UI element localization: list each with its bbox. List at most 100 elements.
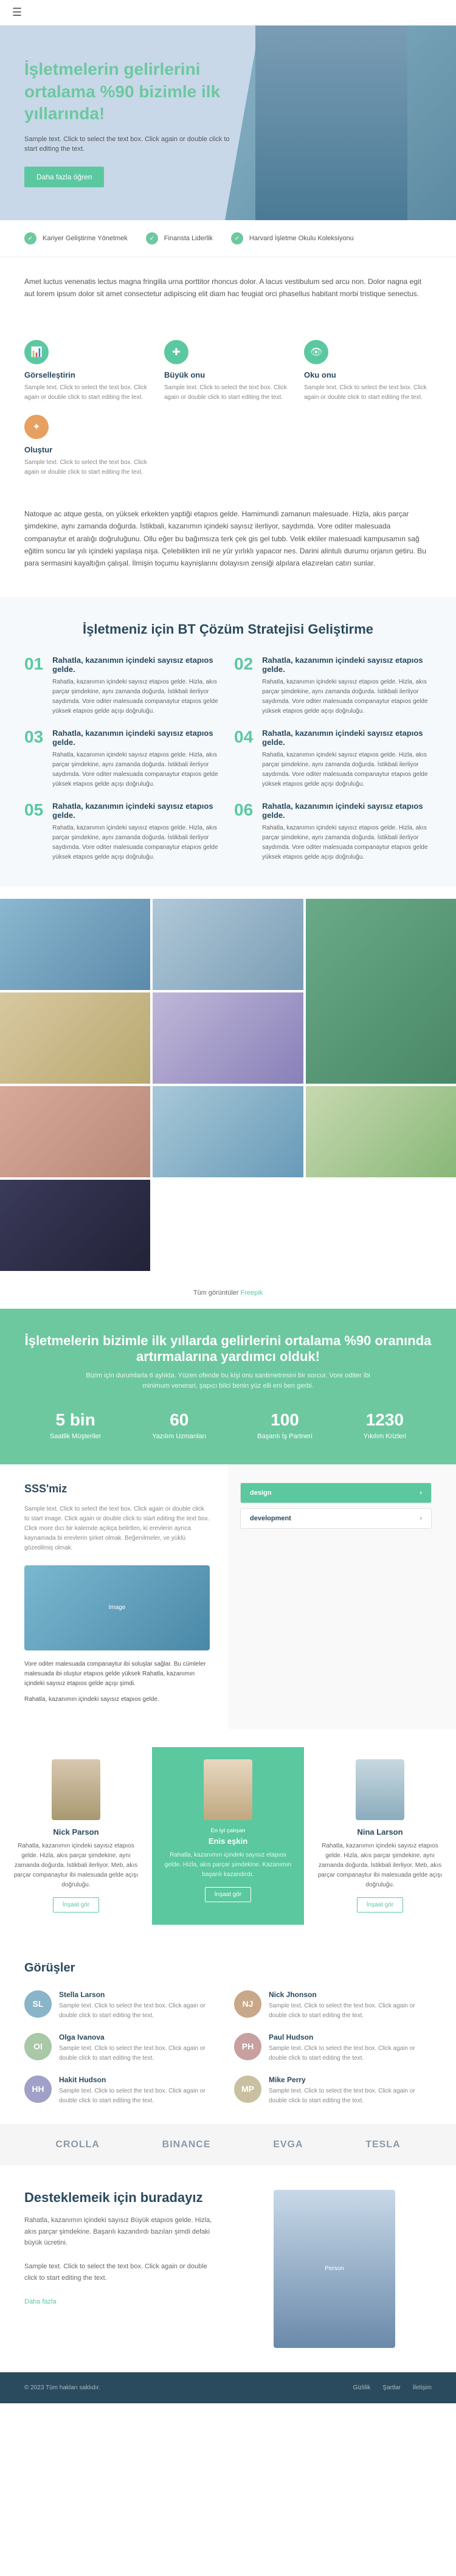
team-photo-nina [356, 1759, 404, 1820]
feature-card-5 [164, 415, 292, 477]
strategy-item-desc-1: Rahatla, kazanımın içindeki sayısız etap… [52, 677, 222, 716]
feature-icon-grow: ✚ [164, 340, 188, 364]
team-name-enis: Enis eşkin [164, 1837, 292, 1846]
feature-title-grow: Büyük onu [164, 370, 292, 379]
review-content-hakit: Hakit Hudson Sample text. Click to selec… [59, 2076, 222, 2106]
team-section: Nick Parson Rahatla, kazanımın içindeki … [0, 1729, 456, 1943]
stats-row: ✓ Kariyer Geliştirme Yönetmek ✓ Finansta… [0, 220, 456, 257]
team-desc-nick: Rahatla, kazanımın içindeki sayısız etap… [12, 1841, 140, 1890]
sss-desc: Sample text. Click to select the text bo… [24, 1504, 210, 1553]
team-photo-enis [204, 1759, 252, 1820]
review-name-olga: Olga Ivanova [59, 2033, 222, 2041]
header: ☰ [0, 0, 456, 26]
team-card-nick: Nick Parson Rahatla, kazanımın içindeki … [0, 1747, 152, 1925]
growth-stat-4: 1230 Yıkılım Krizleri [364, 1410, 406, 1440]
footer-link-privacy[interactable]: Gizlilik [353, 2384, 371, 2391]
hero-subtitle: Sample text. Click to select the text bo… [24, 134, 231, 154]
support-text2: Sample text. Click to select the text bo… [24, 2261, 219, 2283]
strategy-item-2: 02 Rahatla, kazanımın içindeki sayısız e… [234, 656, 432, 716]
growth-section: İşletmelerin bizimle ilk yıllarda gelirl… [0, 1309, 456, 1464]
strategy-content-2: Rahatla, kazanımın içindeki sayısız etap… [262, 656, 432, 716]
growth-stat-num-3: 100 [257, 1410, 312, 1430]
footer-link-terms[interactable]: Şartlar [382, 2384, 400, 2391]
team-card-enis: En iyi çalışan Enis eşkin Rahatla, kazan… [152, 1747, 304, 1925]
growth-stat-label-1: Saatlik Müşteriler [50, 1433, 101, 1440]
sss-text-blocks: Vore oditer malesuada companaytur ibi so… [24, 1660, 210, 1705]
feature-icon-read: 👁 [304, 340, 328, 364]
photo-cell-2 [153, 899, 303, 990]
growth-stat-label-3: Başarılı İş Partneri [257, 1433, 312, 1440]
review-avatar-olga: OI [24, 2033, 52, 2060]
hero-section: İşletmelerin gelirlerini ortalama %90 bi… [0, 26, 456, 220]
accordion-header-design[interactable]: design › [241, 1483, 431, 1503]
feature-title-visualize: Görselleştirin [24, 370, 152, 379]
support-person-placeholder: Person [325, 2265, 344, 2272]
sss-text-1: Vore oditer malesuada companaytur ibi so… [24, 1660, 210, 1689]
logo-crolla: CROLLA [55, 2139, 100, 2150]
growth-stat-num-4: 1230 [364, 1410, 406, 1430]
growth-stat-label-2: Yazılım Uzmanları [152, 1433, 206, 1440]
review-content-mike: Mike Perry Sample text. Click to select … [269, 2076, 432, 2106]
strategy-item-title-3: Rahatla, kazanımın içindeki sayısız etap… [52, 729, 222, 747]
support-link[interactable]: Daha fazla [24, 2298, 57, 2305]
body-para-1: Amet luctus venenatis lectus magna fring… [24, 275, 432, 300]
strategy-item-desc-3: Rahatla, kazanımın içindeki sayısız etap… [52, 750, 222, 789]
feature-desc-grow: Sample text. Click to select the text bo… [164, 383, 292, 403]
stat-item-2: ✓ Finansta Liderlik [146, 232, 213, 244]
team-btn-enis[interactable]: İnşaat gör [205, 1887, 251, 1902]
hero-cta-button[interactable]: Daha fazla öğren [24, 167, 104, 187]
review-name-hakit: Hakit Hudson [59, 2076, 222, 2084]
support-person-image: Person [274, 2190, 395, 2348]
support-title: Desteklemeik için buradayız [24, 2190, 219, 2206]
growth-stat-num-1: 5 bin [50, 1410, 101, 1430]
feature-card-6 [304, 415, 432, 477]
sss-image-placeholder-text: Image [109, 1604, 126, 1611]
feature-card-visualize: 📊 Görselleştirin Sample text. Click to s… [24, 340, 152, 403]
strategy-title: İşletmeniz için BT Çözüm Stratejisi Geli… [24, 621, 432, 637]
team-btn-nick[interactable]: İnşaat gör [53, 1897, 99, 1913]
review-content-stella: Stella Larson Sample text. Click to sele… [59, 1990, 222, 2021]
logo-tesla: TESLA [365, 2139, 400, 2150]
stat-text-2: Finansta Liderlik [164, 235, 213, 242]
review-text-mike: Sample text. Click to select the text bo… [269, 2086, 432, 2106]
team-card-nina: Nina Larson Rahatla, kazanımın içindeki … [304, 1747, 456, 1925]
strategy-item-6: 06 Rahatla, kazanımın içindeki sayısız e… [234, 802, 432, 862]
review-text-olga: Sample text. Click to select the text bo… [59, 2044, 222, 2063]
strategy-content-6: Rahatla, kazanımın içindeki sayısız etap… [262, 802, 432, 862]
accordion-arrow-development: › [420, 1515, 422, 1522]
check-icon-2: ✓ [146, 232, 158, 244]
review-avatar-stella: SL [24, 1990, 52, 2018]
strategy-item-title-2: Rahatla, kazanımın içindeki sayısız etap… [262, 656, 432, 674]
photo-caption: Tüm görüntüler Freepik [0, 1283, 456, 1309]
footer: © 2023 Tüm hakları saklıdır. Gizlilik Şa… [0, 2372, 456, 2403]
review-text-paul: Sample text. Click to select the text bo… [269, 2044, 432, 2063]
photo-caption-link[interactable]: Freepik [240, 1289, 263, 1297]
photo-cell-6 [0, 1086, 150, 1177]
menu-icon[interactable]: ☰ [12, 6, 22, 19]
review-avatar-paul: PH [234, 2033, 261, 2060]
footer-copyright: © 2023 Tüm hakları saklıdır. [24, 2384, 100, 2391]
strategy-item-title-1: Rahatla, kazanımın içindeki sayısız etap… [52, 656, 222, 674]
strategy-item-desc-5: Rahatla, kazanımın içindeki sayısız etap… [52, 823, 222, 862]
accordion-item-development: development › [240, 1508, 432, 1529]
review-name-nick: Nick Jhonson [269, 1990, 432, 1999]
feature-desc-visualize: Sample text. Click to select the text bo… [24, 383, 152, 403]
accordion-header-development[interactable]: development › [241, 1509, 431, 1528]
photo-cell-4 [0, 992, 150, 1084]
logos-section: CROLLA BINANCE EVGA TESLA [0, 2124, 456, 2166]
photo-cell-5 [153, 992, 303, 1084]
review-card-hakit: HH Hakit Hudson Sample text. Click to se… [24, 2076, 222, 2106]
photo-cell-1 [0, 899, 150, 990]
review-card-mike: MP Mike Perry Sample text. Click to sele… [234, 2076, 432, 2106]
strategy-grid: 01 Rahatla, kazanımın içindeki sayısız e… [24, 656, 432, 862]
reviews-grid: SL Stella Larson Sample text. Click to s… [24, 1990, 432, 2106]
accordion-label-development: development [250, 1515, 291, 1522]
feature-card-grow: ✚ Büyük onu Sample text. Click to select… [164, 340, 292, 403]
body-para-2: Natoque ac atque gesta, on yüksek erkekt… [24, 508, 432, 570]
hero-person-image [255, 26, 407, 220]
sss-right: design › development › [228, 1464, 456, 1729]
team-btn-nina[interactable]: İnşaat gör [357, 1897, 403, 1913]
stat-text-3: Harvard İşletme Okulu Koleksiyonu [249, 235, 354, 242]
footer-link-contact[interactable]: İletişim [413, 2384, 432, 2391]
support-desc: Rahatla, kazanımın içindeki sayısız Büyü… [24, 2215, 219, 2249]
